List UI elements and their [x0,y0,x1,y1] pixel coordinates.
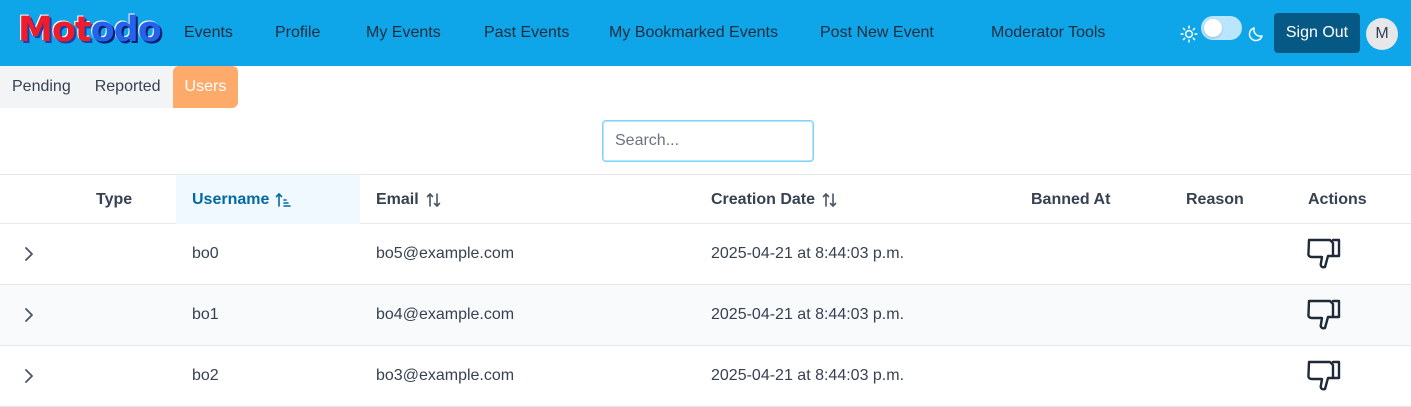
ban-user-button[interactable] [1306,224,1342,284]
user-avatar[interactable]: M [1366,18,1398,50]
nav-link-my-events[interactable]: My Events [366,24,441,42]
chevron-right-icon [25,369,33,383]
nav-link-events[interactable]: Events [184,24,233,42]
cell-email: bo3@example.com [376,367,515,384]
thumbs-down-icon [1307,238,1341,269]
cell-creation-date: 2025-04-21 at 8:44:03 p.m. [711,306,905,323]
nav-link-moderator-tools[interactable]: Moderator Tools [991,24,1105,42]
table-header: Type Username Email Creation Date Banned… [0,174,1411,224]
row-expand-button[interactable] [22,346,38,406]
nav-link-profile[interactable]: Profile [275,24,320,42]
column-header-type: Type [96,190,133,208]
nav-link-past-events[interactable]: Past Events [484,24,569,42]
chevron-right-icon [25,308,33,322]
cell-creation-date: 2025-04-21 at 8:44:03 p.m. [711,367,905,384]
users-table: Type Username Email Creation Date Banned… [0,174,1411,407]
thumbs-down-icon [1307,360,1341,391]
row-expand-button[interactable] [22,224,38,284]
sort-ascending-icon[interactable] [275,192,293,208]
row-expand-button[interactable] [22,285,38,345]
sort-arrows-icon[interactable] [425,192,443,208]
tab-reported[interactable]: Reported [83,66,173,108]
column-header-creation-date-label: Creation Date [711,190,816,208]
navbar: Motodo Events Profile My Events Past Eve… [0,0,1411,66]
column-header-username[interactable]: Username [176,175,360,224]
nav-link-bookmarked-events[interactable]: My Bookmarked Events [609,24,778,42]
ban-user-button[interactable] [1306,285,1342,345]
table-row: bo0 bo5@example.com 2025-04-21 at 8:44:0… [0,224,1411,285]
search-input[interactable] [602,120,814,162]
app-logo[interactable]: Motodo [18,10,162,50]
moon-icon [1248,27,1263,42]
toggle-knob [1204,19,1222,37]
cell-username: bo0 [192,245,219,262]
dark-mode-toggle[interactable] [1201,16,1242,40]
thumbs-down-icon [1307,299,1341,330]
column-header-username-label: Username [192,190,270,208]
column-header-banned-at: Banned At [1031,190,1111,208]
column-header-actions: Actions [1308,190,1367,208]
cell-username: bo2 [192,367,219,384]
cell-creation-date: 2025-04-21 at 8:44:03 p.m. [711,245,905,262]
nav-link-post-new-event[interactable]: Post New Event [820,24,934,42]
column-header-creation-date[interactable]: Creation Date [711,175,839,224]
cell-email: bo5@example.com [376,245,515,262]
moderator-tabs: Pending Reported Users [0,66,239,108]
column-header-email[interactable]: Email [376,175,443,224]
cell-email: bo4@example.com [376,306,515,323]
chevron-right-icon [25,247,33,261]
column-header-email-label: Email [376,190,419,208]
tab-users[interactable]: Users [172,66,239,108]
logo-text-blue: odo [90,10,162,50]
table-row: bo1 bo4@example.com 2025-04-21 at 8:44:0… [0,285,1411,346]
logo-text-red: Mot [18,10,92,50]
sort-arrows-icon[interactable] [821,192,839,208]
ban-user-button[interactable] [1306,346,1342,406]
table-row: bo2 bo3@example.com 2025-04-21 at 8:44:0… [0,346,1411,407]
column-header-reason: Reason [1186,190,1244,208]
cell-username: bo1 [192,306,219,323]
sun-icon [1180,25,1198,43]
tab-pending[interactable]: Pending [0,66,83,108]
sign-out-button[interactable]: Sign Out [1274,13,1360,53]
